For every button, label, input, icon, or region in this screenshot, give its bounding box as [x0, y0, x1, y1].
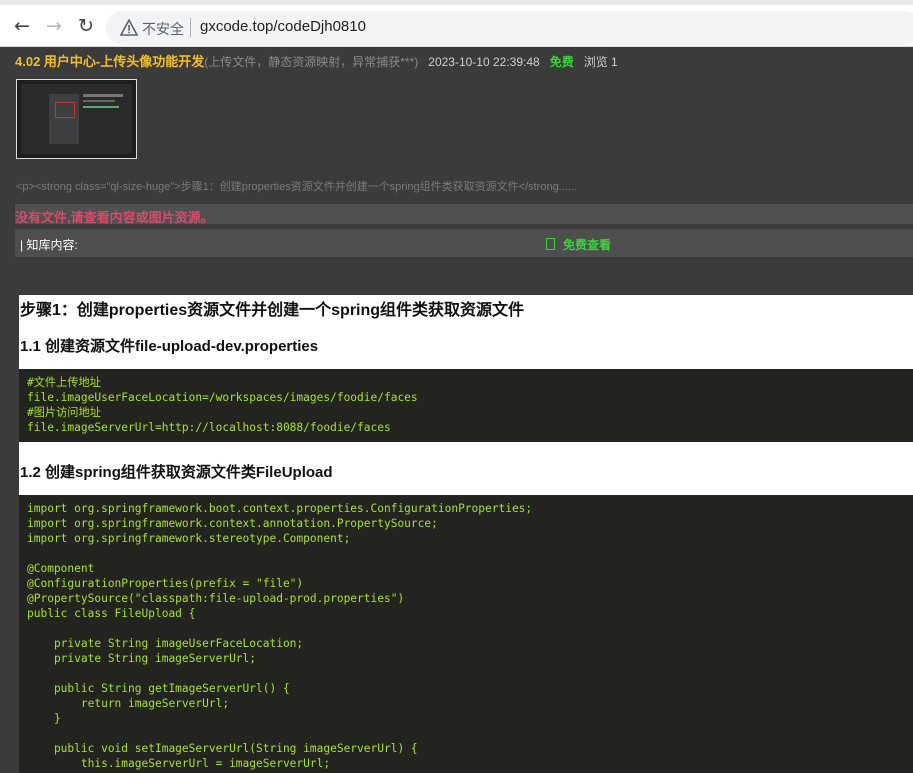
article-subtitle: (上传文件，静态资源映射，异常捕获***) — [204, 55, 419, 69]
security-status: 不安全 — [142, 21, 184, 37]
browser-chrome: ← → ↻ 不安全 gxcode.top/codeDjh0810 — [0, 0, 913, 47]
free-view-label: 免费查看 — [563, 238, 612, 252]
code-line: this.imageServerUrl = imageServerUrl; — [27, 757, 331, 770]
code-block-java: import org.springframework.boot.context.… — [19, 495, 913, 773]
code-line: #文件上传地址 — [27, 376, 101, 389]
article-title[interactable]: 4.02 用户中心-上传头像功能开发 — [15, 54, 204, 69]
thumbnail-highlight — [55, 102, 75, 118]
document-icon — [546, 238, 555, 250]
code-block-properties: #文件上传地址 file.imageUserFaceLocation=/works… — [19, 369, 913, 442]
free-view-button[interactable]: 免费查看 — [546, 236, 611, 253]
back-arrow-icon[interactable]: ← — [10, 14, 34, 38]
code-line: public void setImageServerUrl(String ima… — [27, 742, 418, 755]
code-line: @ConfigurationProperties(prefix = "file"… — [27, 577, 304, 590]
thumbnail-line — [83, 100, 115, 102]
thumbnail-line — [83, 106, 119, 108]
section-heading: 1.1 创建资源文件file-upload-dev.properties — [20, 338, 319, 355]
article-body: 步骤1：创建properties资源文件并创建一个spring组件类获取资源文件… — [19, 295, 913, 773]
no-file-notice: 没有文件,请查看内容或图片资源。 — [15, 210, 214, 225]
reload-icon[interactable]: ↻ — [74, 14, 98, 38]
article-thumbnail[interactable] — [16, 79, 137, 159]
warning-icon[interactable] — [120, 19, 138, 37]
knowledge-base-label: | 知库内容: — [20, 238, 78, 252]
code-line: } — [27, 712, 61, 725]
code-line: import org.springframework.stereotype.Co… — [27, 532, 351, 545]
code-line: file.imageUserFaceLocation=/workspaces/i… — [27, 391, 418, 404]
article-header: 4.02 用户中心-上传头像功能开发(上传文件，静态资源映射，异常捕获***) 2… — [15, 51, 618, 70]
knowledge-base-bar: | 知库内容: 免费查看 — [15, 229, 913, 257]
url-text[interactable]: gxcode.top/codeDjh0810 — [200, 18, 366, 35]
code-line: public class FileUpload { — [27, 607, 196, 620]
code-line: #图片访问地址 — [27, 406, 101, 419]
address-bar[interactable]: 不安全 gxcode.top/codeDjh0810 — [106, 11, 913, 45]
forward-arrow-icon[interactable]: → — [42, 14, 66, 38]
code-line: @PropertySource("classpath:file-upload-p… — [27, 592, 405, 605]
page-content: 4.02 用户中心-上传头像功能开发(上传文件，静态资源映射，异常捕获***) 2… — [0, 47, 913, 773]
code-line: import org.springframework.context.annot… — [27, 517, 438, 530]
omnibox-divider — [190, 18, 191, 37]
step-heading: 步骤1：创建properties资源文件并创建一个spring组件类获取资源文件 — [20, 302, 525, 319]
view-count: 浏览 1 — [583, 55, 618, 69]
tab-strip-edge — [0, 0, 913, 5]
code-line: public String getImageServerUrl() { — [27, 682, 290, 695]
article-excerpt: <p><strong class="ql-size-huge">步骤1：创建pr… — [16, 181, 578, 193]
code-line: return imageServerUrl; — [27, 697, 230, 710]
code-line: import org.springframework.boot.context.… — [27, 502, 533, 515]
section-heading: 1.2 创建spring组件获取资源文件类FileUpload — [20, 464, 333, 481]
code-line: private String imageUserFaceLocation; — [27, 637, 304, 650]
thumbnail-line — [83, 94, 123, 97]
code-line: file.imageServerUrl=http://localhost:808… — [27, 421, 391, 434]
code-line: @Component — [27, 562, 95, 575]
no-file-notice-bar: 没有文件,请查看内容或图片资源。 — [15, 204, 913, 225]
price-badge: 免费 — [549, 55, 574, 69]
article-date: 2023-10-10 22:39:48 — [428, 55, 540, 69]
code-line: private String imageServerUrl; — [27, 652, 257, 665]
